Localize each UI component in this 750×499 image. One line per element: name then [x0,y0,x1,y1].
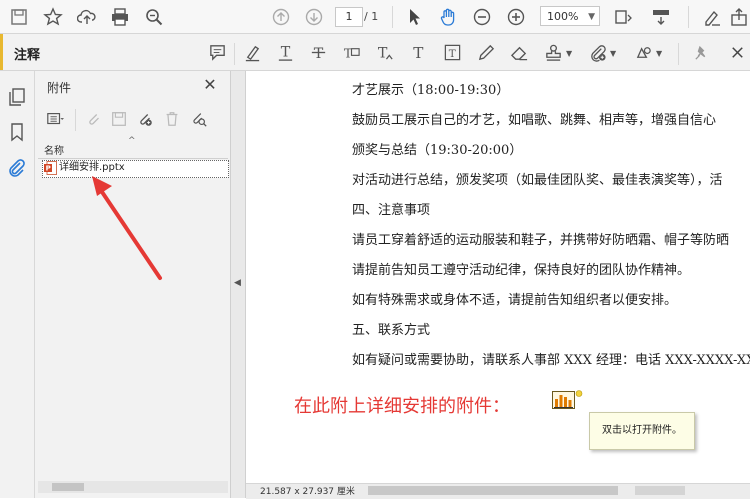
attachment-note-text: 在此附上详细安排的附件： [294,396,510,417]
zoom-level-select[interactable]: 100% ▼ [540,6,600,26]
save-attachment-icon [110,110,130,130]
shapes-icon[interactable] [632,41,654,63]
delete-attachment-icon [163,110,183,130]
page-down-icon[interactable] [303,6,325,28]
chevron-down-icon[interactable]: ▼ [656,49,662,58]
document-line: 请提前告知员工遵守活动纪律，保持良好的团队协作精神。 [352,263,691,278]
document-line: 如有疑问或需要协助，请联系人事部 XXX 经理：电话 XXX-XXXX-XX [352,353,750,368]
upload-icon[interactable] [76,6,98,28]
close-icon[interactable]: ✕ [202,77,218,93]
page-size-label: 21.587 x 27.937 厘米 [260,487,355,497]
pin-icon[interactable] [690,41,712,63]
open-attachment-icon [85,110,105,130]
page-fit-icon[interactable] [612,6,634,28]
svg-text:T: T [448,47,455,59]
svg-text:T: T [413,44,423,62]
pages-icon[interactable] [7,87,27,107]
document-line: 四、注意事项 [352,203,431,218]
svg-text:T: T [313,46,323,62]
page-number-input[interactable]: 1 [335,7,363,27]
close-icon[interactable] [726,41,748,63]
document-line: 如有特殊需求或身体不适，请提前告知组织者以便安排。 [352,293,678,308]
add-text-icon[interactable]: T [407,41,429,63]
document-scrollbar-track[interactable] [635,486,685,495]
annotation-toolbar-accent [0,34,3,70]
eraser-icon[interactable] [508,41,530,63]
save-icon[interactable] [8,6,30,28]
column-header-name[interactable]: 名称 [44,142,64,157]
document-line: 对活动进行总结，颁发奖项（如最佳团队奖、最佳表演奖等），活 [352,173,723,188]
zoom-search-icon[interactable] [143,6,165,28]
toolbar-divider [688,6,689,28]
toolbar-divider [234,43,235,65]
replace-text-icon[interactable]: T [340,41,362,63]
pencil-icon[interactable] [475,41,497,63]
zoom-out-icon[interactable] [471,6,493,28]
toolbar-divider [678,43,679,65]
document-line: 颁奖与总结（19:30-20:00） [352,143,523,158]
page-total-label: / 1 [364,10,379,23]
panel-title: 附件 [47,81,72,95]
sign-icon[interactable] [701,6,723,28]
document-line: 请员工穿着舒适的运动服装和鞋子，并携带好防晒霜、帽子等防晒 [352,233,730,248]
bookmark-star-icon[interactable] [42,6,64,28]
file-attachment-annotation-icon[interactable] [552,390,584,410]
chevron-down-icon[interactable]: ▼ [566,49,572,58]
collapse-arrow-icon[interactable]: ◀ [234,278,241,288]
text-box-icon[interactable]: T [441,41,463,63]
underline-text-icon[interactable]: T [274,41,296,63]
scroll-mode-icon[interactable] [650,6,672,28]
document-line: 五、联系方式 [352,323,431,338]
select-cursor-icon[interactable] [404,6,426,28]
panel-scrollbar-thumb[interactable] [52,483,84,491]
options-menu-icon[interactable] [46,110,66,130]
search-attachment-icon[interactable] [190,110,210,130]
attach-file-icon[interactable] [586,41,608,63]
annotation-toolbar-title: 注释 [14,48,41,63]
sort-ascending-icon[interactable]: ^ [128,136,136,146]
share-icon[interactable] [728,6,750,28]
sticky-note-icon[interactable] [206,41,228,63]
attachment-tooltip: 双击以打开附件。 [589,412,695,450]
print-icon[interactable] [109,6,131,28]
svg-text:T: T [280,44,290,60]
document-scrollbar-thumb[interactable] [368,486,618,495]
stamp-icon[interactable] [542,41,564,63]
svg-text:P: P [46,165,51,173]
highlight-icon[interactable] [241,41,263,63]
document-line: 才艺展示（18:00-19:30） [352,83,510,98]
red-arrow-annotation [92,176,162,280]
page-up-icon[interactable] [270,6,292,28]
strikethrough-icon[interactable]: T [307,41,329,63]
bookmarks-icon[interactable] [7,122,27,142]
insert-text-icon[interactable]: T [374,41,396,63]
toolbar-divider [75,109,76,131]
attachments-paperclip-icon[interactable] [7,157,27,177]
pptx-file-icon: P [44,161,57,175]
toolbar-divider [392,6,393,28]
zoom-in-icon[interactable] [505,6,527,28]
zoom-level-value: 100% [547,10,579,23]
chevron-down-icon: ▼ [588,12,595,22]
chevron-down-icon[interactable]: ▼ [610,49,616,58]
add-attachment-icon[interactable] [136,110,156,130]
document-line: 鼓励员工展示自己的才艺，如唱歌、跳舞、相声等，增强自信心 [352,113,717,128]
hand-tool-icon[interactable] [437,6,459,28]
